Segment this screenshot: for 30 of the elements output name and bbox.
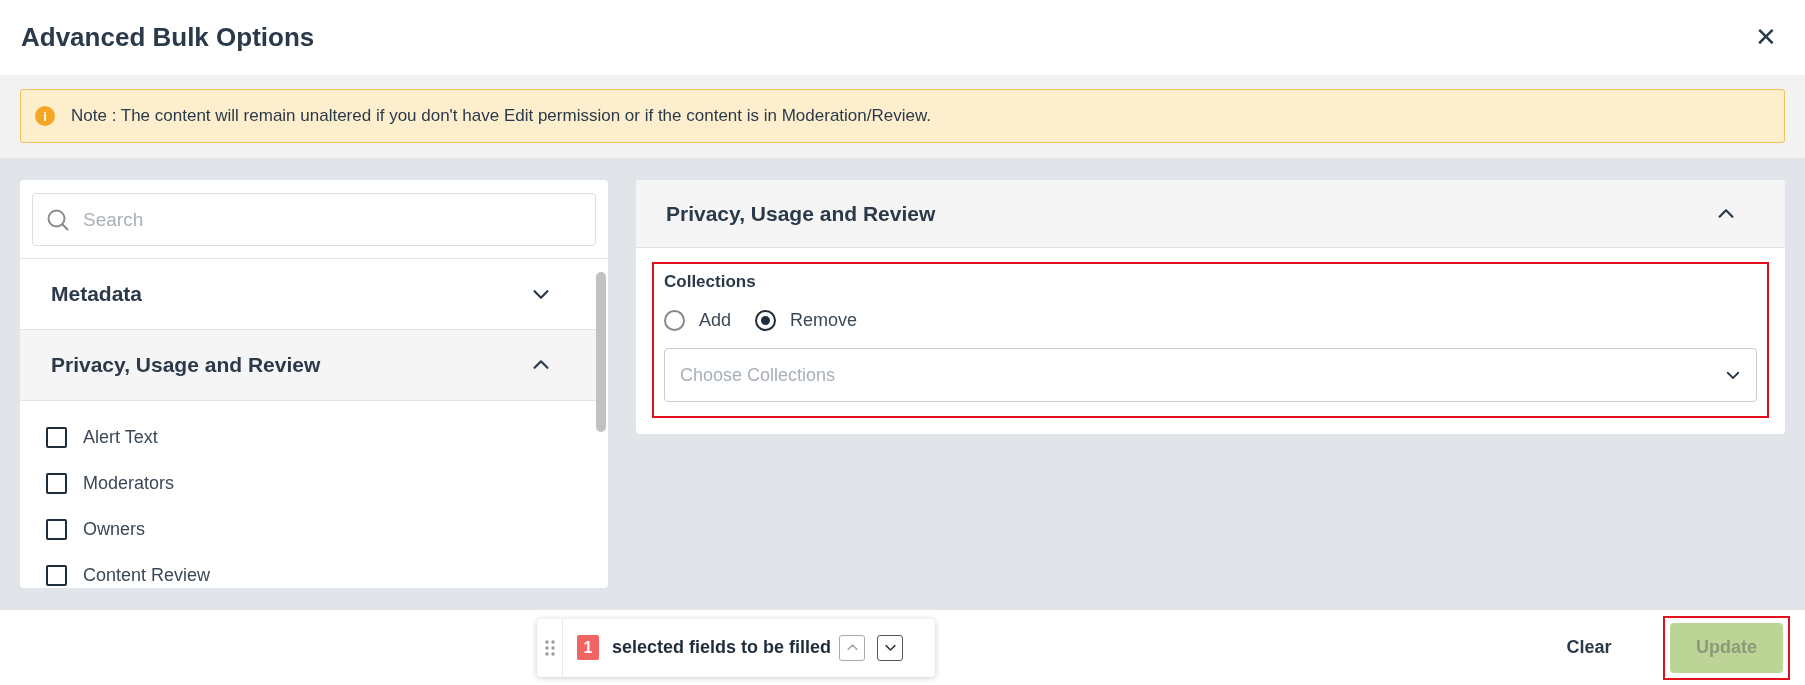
radio-label: Add [699,310,732,331]
search-field[interactable]: Search [32,193,596,246]
next-button[interactable] [877,634,904,661]
checkbox[interactable] [46,472,67,494]
panel-title: Privacy, Usage and Review [666,201,936,226]
checkbox-label: Moderators [83,472,175,494]
checkbox[interactable] [46,518,67,540]
clear-button[interactable]: Clear [1544,622,1634,673]
radio-button[interactable] [755,310,777,331]
section-title: Privacy, Usage and Review [51,353,321,377]
drag-handle-icon[interactable] [544,639,555,656]
note-text: Note : The content will remain unaltered if you don't have Edit permission or if the content is in Moderation/Review. [71,106,931,126]
search-icon [46,208,70,232]
count-badge: 1 [577,635,599,660]
checkbox-label: Owners [83,518,145,540]
checkbox[interactable] [46,564,67,586]
scrollbar-thumb[interactable] [596,272,606,432]
radio-label: Remove [790,310,858,331]
field-label: Collections [664,272,757,292]
radio-button[interactable] [664,310,685,331]
info-icon: i [35,106,55,126]
section-header[interactable]: Privacy, Usage and Review [20,330,596,401]
dialog-title: Advanced Bulk Options [21,22,315,53]
section-title: Metadata [51,282,143,306]
checkbox[interactable] [46,426,67,448]
panel-header[interactable]: Privacy, Usage and Review [636,180,1785,248]
checkbox-label: Alert Text [83,426,158,448]
close-button[interactable]: ✕ [1751,22,1781,53]
count-text: selected fields to be filled [612,637,832,658]
checkbox-label: Content Review [83,564,211,586]
